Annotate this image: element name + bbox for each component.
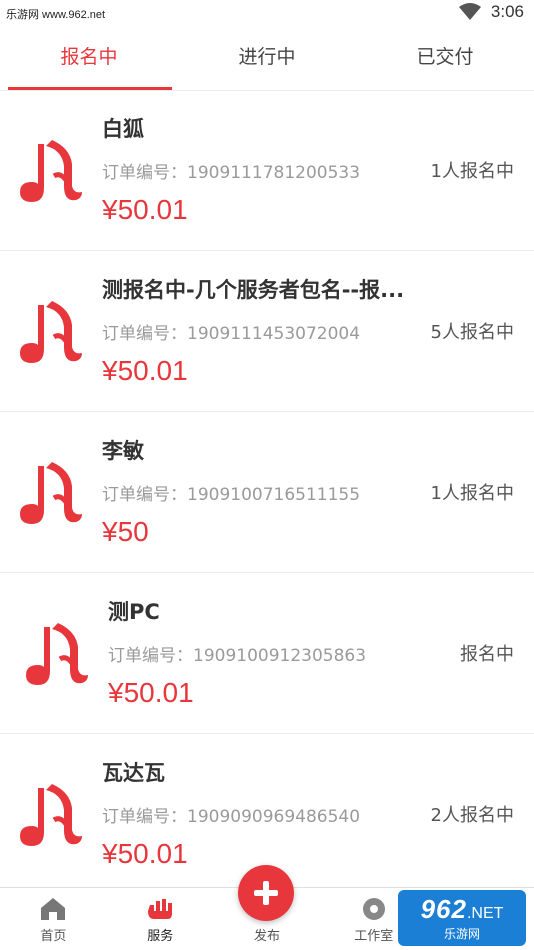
- order-title: 测PC: [108, 600, 160, 624]
- status-source-text: 乐游网 www.962.net: [6, 9, 106, 21]
- order-status: 报名中: [460, 644, 514, 665]
- music-note-logo-icon: [26, 623, 88, 685]
- order-price: ¥50: [102, 516, 149, 547]
- nav-home-label: 首页: [40, 929, 67, 944]
- status-time: 3:06: [490, 2, 524, 21]
- order-status: 5人报名中: [430, 322, 514, 343]
- tab-delivered[interactable]: 已交付: [356, 28, 534, 90]
- order-status: 1人报名中: [430, 483, 514, 504]
- order-item[interactable]: 测PC 订单编号：1909100912305863 ¥50.01 报名中: [0, 573, 534, 734]
- tab-signing-up[interactable]: 报名中: [0, 28, 178, 90]
- publish-button[interactable]: [238, 865, 294, 921]
- watermark-sub: 乐游网: [443, 927, 480, 941]
- order-tabs: 报名中 进行中 已交付: [0, 28, 534, 91]
- order-item[interactable]: 测报名中-几个服务者包名--报... 订单编号：1909111453072004…: [0, 251, 534, 412]
- home-icon: [41, 898, 66, 920]
- order-title: 白狐: [102, 117, 144, 141]
- watermark-brand: 962: [420, 894, 467, 924]
- nav-service[interactable]: 服务: [107, 888, 214, 950]
- music-note-logo-icon: [20, 140, 82, 202]
- nav-service-label: 服务: [147, 929, 174, 944]
- status-right: 3:06: [458, 2, 524, 22]
- order-item[interactable]: 白狐 订单编号：1909111781200533 ¥50.01 1人报名中: [0, 90, 534, 251]
- watermark-logo: 962.NET 乐游网: [398, 890, 526, 946]
- order-list: 白狐 订单编号：1909111781200533 ¥50.01 1人报名中 测报…: [0, 90, 534, 895]
- order-number: 订单编号：1909111453072004: [102, 324, 361, 344]
- nav-studio-label: 工作室: [354, 929, 394, 944]
- order-title: 测报名中-几个服务者包名--报...: [102, 278, 405, 302]
- wifi-icon: [458, 3, 481, 20]
- order-item[interactable]: 李敏 订单编号：1909100716511155 ¥50 1人报名中: [0, 412, 534, 573]
- order-price: ¥50.01: [102, 194, 188, 225]
- order-status: 2人报名中: [430, 805, 514, 826]
- order-title: 瓦达瓦: [102, 761, 165, 785]
- status-bar: 乐游网 www.962.net 3:06: [0, 0, 534, 28]
- music-note-logo-icon: [20, 784, 82, 846]
- nav-publish-label: 发布: [253, 929, 280, 944]
- nav-home[interactable]: 首页: [0, 888, 107, 950]
- studio-icon: [362, 898, 385, 920]
- music-note-logo-icon: [20, 462, 82, 524]
- order-number: 订单编号：1909100716511155: [102, 485, 361, 505]
- order-number: 订单编号：1909100912305863: [108, 646, 367, 666]
- plus-icon: [254, 881, 278, 905]
- order-title: 李敏: [102, 439, 144, 463]
- order-number: 订单编号：1909111781200533: [102, 163, 361, 183]
- order-status: 1人报名中: [430, 161, 514, 182]
- tab-in-progress[interactable]: 进行中: [178, 28, 356, 90]
- music-note-logo-icon: [20, 301, 82, 363]
- order-number: 订单编号：1909090969486540: [102, 807, 361, 827]
- service-icon: [148, 899, 173, 919]
- order-price: ¥50.01: [102, 838, 188, 869]
- watermark-domain: .NET: [466, 905, 504, 922]
- order-price: ¥50.01: [102, 355, 188, 386]
- order-price: ¥50.01: [108, 677, 194, 708]
